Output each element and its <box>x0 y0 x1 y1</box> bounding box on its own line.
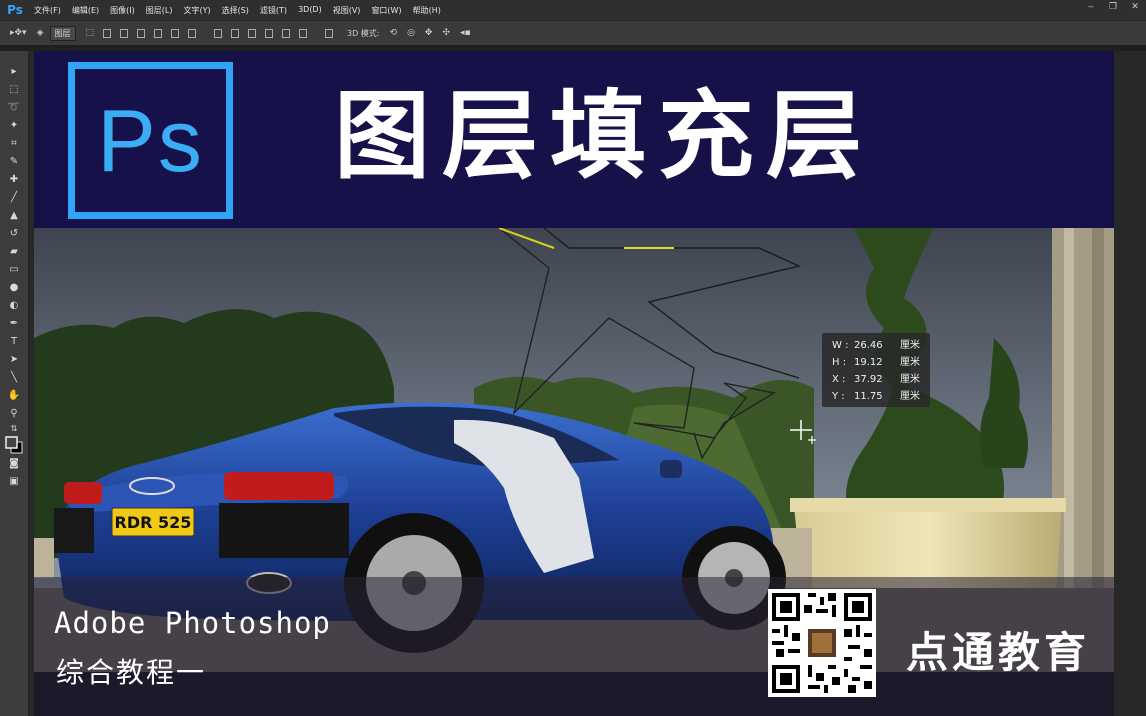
title-banner: Ps 图层填充层 <box>34 51 1114 228</box>
dodge-tool-icon[interactable]: ◐ <box>0 297 28 315</box>
lasso-tool-icon[interactable]: ➰ <box>0 99 28 117</box>
info-row-y: Y : 11.75 厘米 <box>832 391 920 402</box>
menu-edit[interactable]: 编辑(E) <box>72 5 99 16</box>
align-right-icon[interactable] <box>188 28 197 38</box>
brand-name: 点通教育 <box>906 628 1091 677</box>
pen-tool-icon[interactable]: ✒ <box>0 315 28 333</box>
info-row-height: H : 19.12 厘米 <box>832 357 920 368</box>
align-bottom-icon[interactable] <box>137 28 146 38</box>
document-canvas[interactable]: Ps 图层填充层 RDR 525 W: 26.46 厘米 H: 19.12 … <box>34 51 1114 716</box>
path-selection-tool-icon[interactable]: ➤ <box>0 351 28 369</box>
3d-scale-icon[interactable]: ◂▪ <box>460 28 471 38</box>
3d-mode-label: 3D 模式: <box>347 28 380 38</box>
crop-tool-icon[interactable]: ⌗ <box>0 135 28 153</box>
license-plate: RDR 525 <box>115 513 192 532</box>
distribute-hcenter-icon[interactable] <box>282 28 291 38</box>
distribute-left-icon[interactable] <box>265 28 274 38</box>
menu-items: 文件(F) 编辑(E) 图像(I) 图层(L) 文字(Y) 选择(S) 滤镜(T… <box>34 5 452 16</box>
auto-align-icon[interactable] <box>325 28 334 38</box>
distribute-vcenter-icon[interactable] <box>231 28 240 38</box>
transform-info-tooltip: W : 26.46 厘米 H : 19.12 厘米 X : 37.92 厘米 Y… <box>822 333 930 407</box>
line-tool-icon[interactable]: ╲ <box>0 369 28 387</box>
menu-layer[interactable]: 图层(L) <box>146 5 173 16</box>
magic-wand-tool-icon[interactable]: ✦ <box>0 117 28 135</box>
zoom-tool-icon[interactable]: ⚲ <box>0 405 28 423</box>
history-brush-tool-icon[interactable]: ↺ <box>0 225 28 243</box>
menu-help[interactable]: 帮助(H) <box>413 5 441 16</box>
align-vcenter-icon[interactable] <box>120 28 129 38</box>
align-hcenter-icon[interactable] <box>171 28 180 38</box>
menu-filter[interactable]: 滤镜(T) <box>260 5 287 16</box>
menu-view[interactable]: 视图(V) <box>333 5 361 16</box>
eyedropper-tool-icon[interactable]: ✎ <box>0 153 28 171</box>
quick-mask-icon[interactable]: ◙ <box>0 455 28 473</box>
tools-panel: ▸ ⬚ ➰ ✦ ⌗ ✎ ✚ ╱ ▲ ↺ ▰ ▭ ● ◐ ✒ T ➤ ╲ ✋ ⚲ … <box>0 51 29 716</box>
swap-colors-icon[interactable]: ⇅ <box>0 423 28 435</box>
type-tool-icon[interactable]: T <box>0 333 28 351</box>
3d-slide-icon[interactable]: ✣ <box>442 28 450 38</box>
color-swatches-icon[interactable] <box>0 435 28 455</box>
brush-tool-icon[interactable]: ╱ <box>0 189 28 207</box>
transform-controls-icon[interactable]: ⬚ <box>86 28 95 38</box>
subtitle-chinese: 综合教程一 <box>56 656 207 689</box>
window-controls: ‒ ❐ ✕ <box>1086 2 1140 12</box>
photoshop-logo-icon: Ps <box>7 3 23 17</box>
3d-rotate-icon[interactable]: ⟲ <box>390 28 398 38</box>
distribute-right-icon[interactable] <box>299 28 308 38</box>
qr-code-icon <box>768 589 876 697</box>
align-left-icon[interactable] <box>154 28 163 38</box>
hand-tool-icon[interactable]: ✋ <box>0 387 28 405</box>
3d-pan-icon[interactable]: ✥ <box>425 28 433 38</box>
align-top-icon[interactable] <box>103 28 112 38</box>
3d-roll-icon[interactable]: ◎ <box>407 28 415 38</box>
info-row-x: X : 37.92 厘米 <box>832 374 920 385</box>
info-row-width: W : 26.46 厘米 <box>832 340 920 351</box>
marquee-tool-icon[interactable]: ⬚ <box>0 81 28 99</box>
distribute-bottom-icon[interactable] <box>248 28 257 38</box>
auto-select-dropdown[interactable]: 图层 <box>49 25 76 41</box>
healing-brush-tool-icon[interactable]: ✚ <box>0 171 28 189</box>
menu-file[interactable]: 文件(F) <box>34 5 61 16</box>
menu-select[interactable]: 选择(S) <box>222 5 249 16</box>
menu-type[interactable]: 文字(Y) <box>183 5 210 16</box>
move-tool-icon[interactable]: ▸ <box>0 63 28 81</box>
clone-stamp-tool-icon[interactable]: ▲ <box>0 207 28 225</box>
photoshop-logo: Ps <box>68 62 233 219</box>
page-title: 图层填充层 <box>334 80 874 192</box>
menu-window[interactable]: 窗口(W) <box>371 5 401 16</box>
move-tool-icon[interactable]: ▸✥▾ <box>10 28 27 38</box>
gradient-tool-icon[interactable]: ▭ <box>0 261 28 279</box>
subtitle-english: Adobe Photoshop <box>54 606 331 640</box>
auto-select-icon[interactable]: ◈ <box>37 28 44 38</box>
menu-bar: Ps 文件(F) 编辑(E) 图像(I) 图层(L) 文字(Y) 选择(S) 滤… <box>0 0 1146 20</box>
menu-image[interactable]: 图像(I) <box>110 5 135 16</box>
close-icon[interactable]: ✕ <box>1130 2 1140 12</box>
restore-icon[interactable]: ❐ <box>1108 2 1118 12</box>
eraser-tool-icon[interactable]: ▰ <box>0 243 28 261</box>
distribute-top-icon[interactable] <box>214 28 223 38</box>
menu-3d[interactable]: 3D(D) <box>298 5 322 16</box>
blur-tool-icon[interactable]: ● <box>0 279 28 297</box>
screen-mode-icon[interactable]: ▣ <box>0 473 28 491</box>
options-bar: ▸✥▾ ◈ 图层 ⬚ 3D 模式: ⟲ ◎ ✥ ✣ ◂▪ <box>0 20 1146 46</box>
minimize-icon[interactable]: ‒ <box>1086 2 1096 12</box>
